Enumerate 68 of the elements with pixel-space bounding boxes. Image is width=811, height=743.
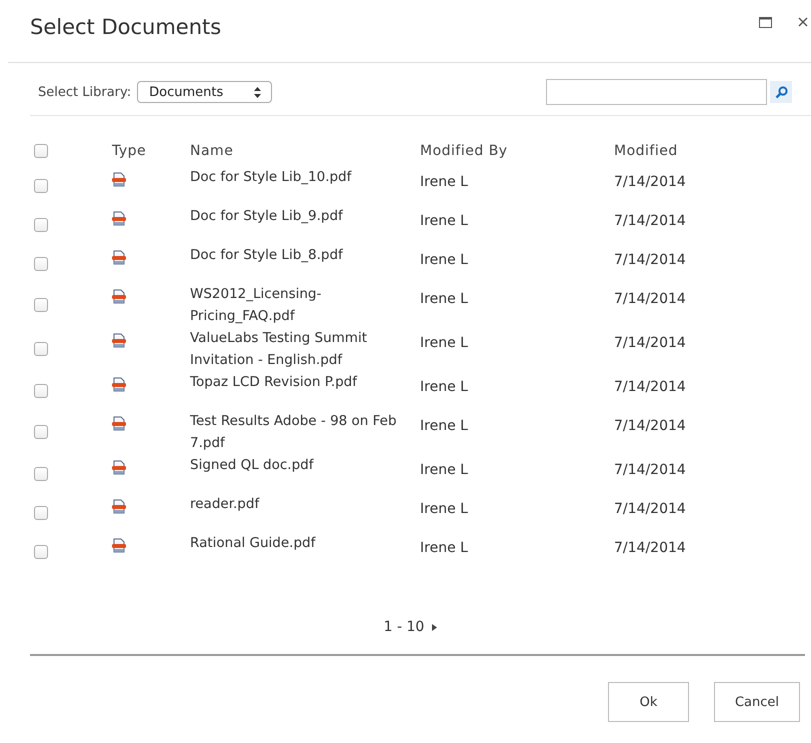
dialog-button[interactable]: Cancel: [714, 682, 800, 722]
modified-date-cell-text: 7/14/2014: [614, 212, 687, 231]
column-header[interactable]: Type: [112, 136, 190, 166]
row-checkbox[interactable]: [34, 298, 48, 312]
row-checkbox[interactable]: [34, 425, 48, 439]
modified-date-cell-text: 7/14/2014: [614, 461, 687, 480]
column-header[interactable]: Name: [190, 136, 420, 166]
file-name[interactable]: Rational Guide.pdf: [190, 532, 420, 571]
row-checkbox[interactable]: [34, 256, 48, 270]
updown-icon: [254, 86, 262, 98]
modified-date-cell-text: 7/14/2014: [614, 417, 687, 436]
search-button[interactable]: [770, 81, 792, 103]
modified-date-cell-text: 7/14/2014: [614, 500, 687, 519]
file-name[interactable]: reader.pdf: [190, 493, 420, 532]
dialog-button[interactable]: Ok: [608, 682, 689, 722]
modified-by-cell-text: Irene L: [420, 417, 469, 436]
modified-date-cell-text: 7/14/2014: [614, 334, 687, 353]
modified-by-cell-text: Irene L: [420, 539, 469, 558]
file-name[interactable]: Topaz LCD Revision P.pdf: [190, 371, 420, 410]
file-name[interactable]: ValueLabs Testing Summit Invitation - English.pdf: [190, 327, 420, 371]
row-checkbox[interactable]: [34, 218, 48, 232]
pdf-file-icon: [112, 538, 126, 553]
maximize-icon[interactable]: [759, 16, 772, 28]
pdf-file-icon: [112, 211, 126, 226]
column-header[interactable]: Modified: [614, 136, 811, 166]
row-checkbox[interactable]: [34, 506, 48, 520]
column-header[interactable]: Modified By: [420, 136, 614, 166]
pdf-file-icon: [112, 289, 126, 304]
modified-by-cell-text: Irene L: [420, 290, 469, 309]
pdf-file-icon: [112, 377, 126, 392]
pdf-file-icon: [112, 460, 126, 475]
modified-by-cell-text: Irene L: [420, 251, 469, 270]
file-name[interactable]: Doc for Style Lib_9.pdf: [190, 205, 420, 244]
modified-by-cell-text: Irene L: [420, 461, 469, 480]
modified-date-cell-text: 7/14/2014: [614, 251, 687, 270]
modified-date-cell-text: 7/14/2014: [614, 290, 687, 309]
modified-by-cell-text: Irene L: [420, 500, 469, 519]
page-range: 1 - 10: [384, 619, 424, 635]
modified-by-cell-text: Irene L: [420, 334, 469, 353]
library-dropdown[interactable]: Documents: [137, 81, 272, 103]
file-name[interactable]: Signed QL doc.pdf: [190, 454, 420, 493]
row-checkbox[interactable]: [34, 466, 48, 480]
row-checkbox[interactable]: [34, 384, 48, 398]
modified-date-cell-text: 7/14/2014: [614, 173, 687, 192]
pdf-file-icon: [112, 499, 126, 514]
file-name[interactable]: Doc for Style Lib_10.pdf: [190, 166, 420, 205]
pdf-file-icon: [112, 416, 126, 431]
search-icon: [774, 86, 788, 98]
close-icon[interactable]: [798, 17, 808, 27]
next-page-icon[interactable]: [432, 624, 438, 630]
file-name[interactable]: Test Results Adobe - 98 on Feb 7.pdf: [190, 410, 420, 454]
window-title: Select Documents: [30, 15, 222, 39]
row-checkbox[interactable]: [34, 544, 48, 558]
pdf-file-icon: [112, 172, 126, 187]
file-name[interactable]: Doc for Style Lib_8.pdf: [190, 244, 420, 283]
modified-by-cell-text: Irene L: [420, 378, 469, 397]
search-field[interactable]: [546, 79, 767, 105]
modified-by-cell-text: Irene L: [420, 212, 469, 231]
pdf-file-icon: [112, 333, 126, 348]
pdf-file-icon: [112, 250, 126, 265]
modified-date-cell-text: 7/14/2014: [614, 378, 687, 397]
modified-date-cell-text: 7/14/2014: [614, 539, 687, 558]
library-label: Select Library:: [38, 84, 132, 100]
modified-by-cell-text: Irene L: [420, 173, 469, 192]
row-checkbox[interactable]: [34, 342, 48, 356]
select-all-checkbox[interactable]: [34, 144, 48, 158]
row-checkbox[interactable]: [34, 178, 48, 192]
file-name[interactable]: WS2012_Licensing-Pricing_FAQ.pdf: [190, 283, 420, 327]
